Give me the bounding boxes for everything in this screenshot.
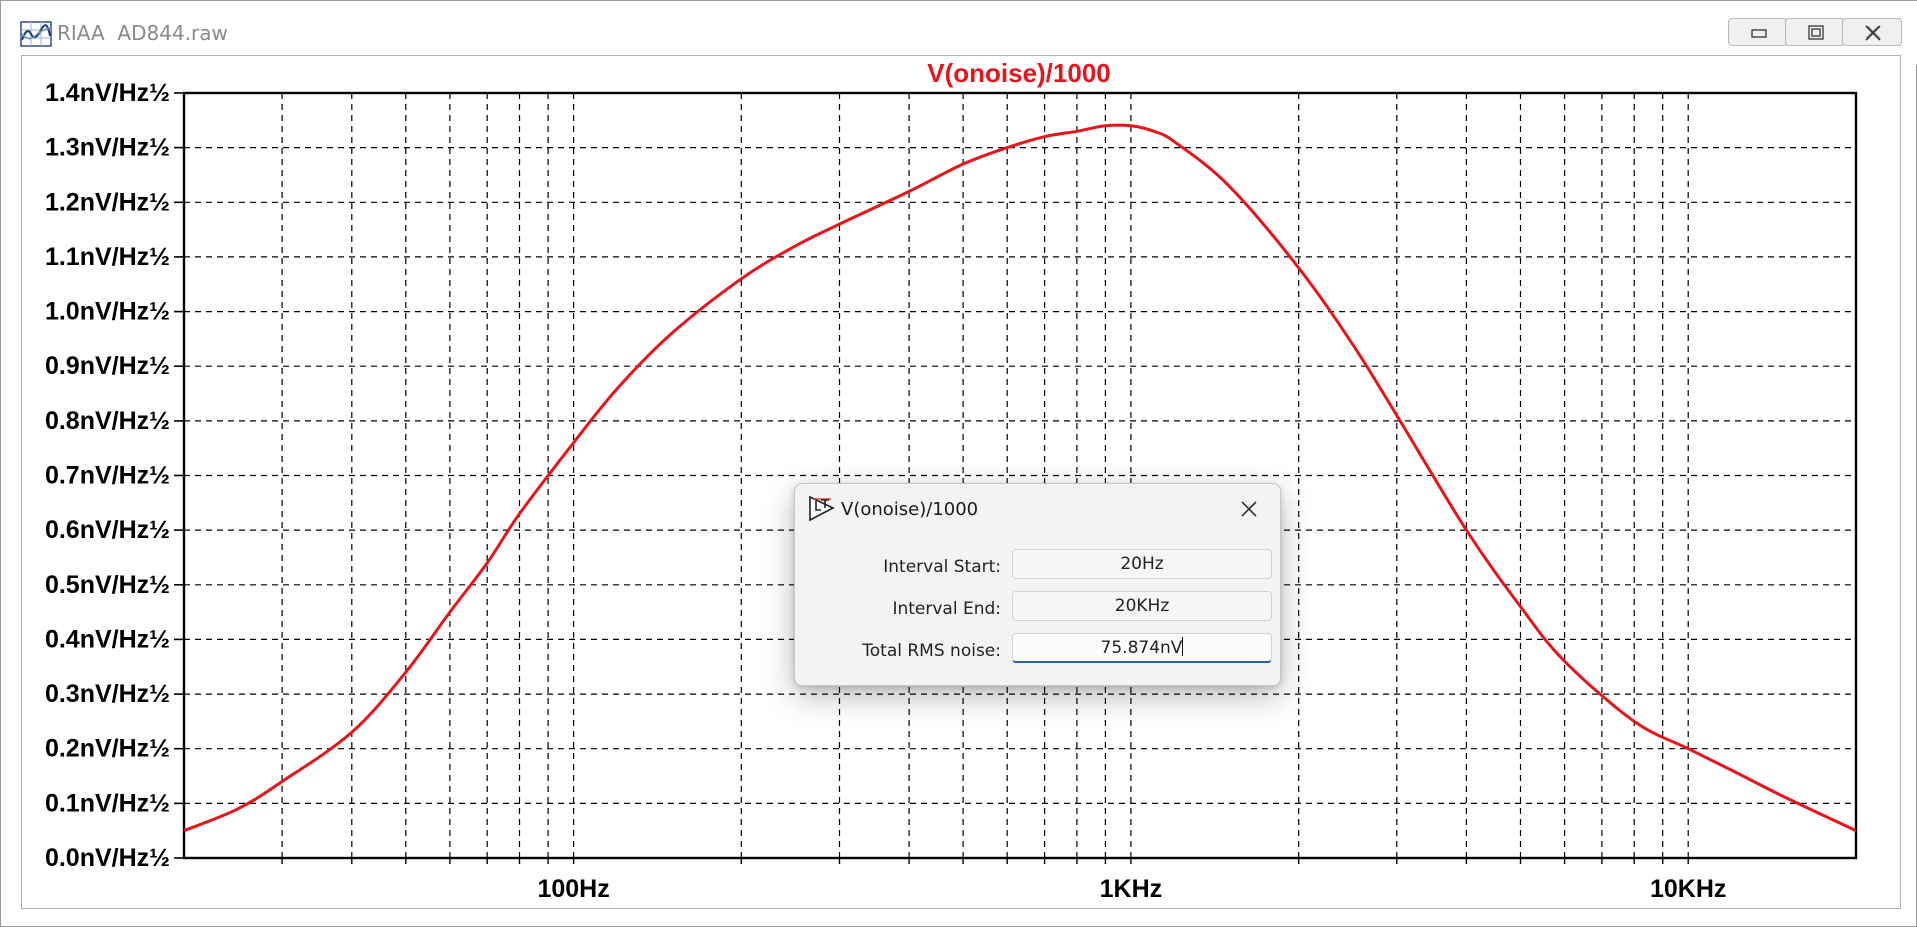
x-tick-label-0: 100Hz xyxy=(537,875,609,903)
x-axis-labels: 100Hz 1KHz 10KHz xyxy=(537,875,1726,903)
y-tick-label-2: 1.2nV/Hz½ xyxy=(45,188,170,216)
y-tick-label-8: 0.6nV/Hz½ xyxy=(45,516,170,544)
y-tick-label-6: 0.8nV/Hz½ xyxy=(45,407,170,435)
text-caret xyxy=(1182,637,1184,656)
noise-plot[interactable]: 1.4nV/Hz½ 1.3nV/Hz½ 1.2nV/Hz½ 1.1nV/Hz½ 1.0n… xyxy=(1,1,1917,927)
y-tick-label-10: 0.4nV/Hz½ xyxy=(45,625,170,653)
y-tick-label-7: 0.7nV/Hz½ xyxy=(45,462,170,490)
x-tick-label-1: 1KHz xyxy=(1100,875,1163,903)
y-tick-label-14: 0.0nV/Hz½ xyxy=(45,844,170,872)
interval-end-label: Interval End: xyxy=(892,599,1001,619)
interval-end-field[interactable]: 20KHz xyxy=(1012,591,1272,621)
interval-start-field[interactable]: 20Hz xyxy=(1012,549,1272,579)
trace-onoise[interactable] xyxy=(183,123,1857,833)
trace-title[interactable]: V(onoise)/1000 xyxy=(927,58,1111,88)
y-tick-label-5: 0.9nV/Hz½ xyxy=(45,352,170,380)
y-tick-label-0: 1.4nV/Hz½ xyxy=(45,79,170,107)
y-tick-label-4: 1.0nV/Hz½ xyxy=(45,298,170,326)
y-tick-label-1: 1.3nV/Hz½ xyxy=(45,134,170,162)
total-rms-noise-label: Total RMS noise: xyxy=(862,641,1001,661)
waveform-window: RIAA AD844.raw 1.4nV/Hz½ 1.3nV/Hz½ 1.2nV/H… xyxy=(0,0,1917,927)
interval-start-label: Interval Start: xyxy=(883,557,1001,577)
x-tick-label-2: 10KHz xyxy=(1650,875,1726,903)
noise-integration-dialog[interactable]: V(onoise)/1000 Interval Start: 20Hz Inte… xyxy=(794,483,1281,686)
ltspice-icon xyxy=(809,495,835,522)
total-rms-noise-value: 75.874nV xyxy=(1100,638,1183,658)
y-tick-label-11: 0.3nV/Hz½ xyxy=(45,680,170,708)
dialog-title: V(onoise)/1000 xyxy=(841,499,979,520)
y-tick-label-9: 0.5nV/Hz½ xyxy=(45,571,170,599)
y-tick-label-13: 0.1nV/Hz½ xyxy=(45,789,170,817)
y-tick-label-3: 1.1nV/Hz½ xyxy=(45,243,170,271)
dialog-close-button[interactable] xyxy=(1231,494,1267,524)
plot-grid xyxy=(184,93,1856,858)
close-icon xyxy=(1241,501,1257,517)
y-tick-label-12: 0.2nV/Hz½ xyxy=(45,735,170,763)
total-rms-noise-field[interactable]: 75.874nV xyxy=(1012,633,1272,663)
y-axis-labels: 1.4nV/Hz½ 1.3nV/Hz½ 1.2nV/Hz½ 1.1nV/Hz½ 1.0n… xyxy=(45,79,170,872)
